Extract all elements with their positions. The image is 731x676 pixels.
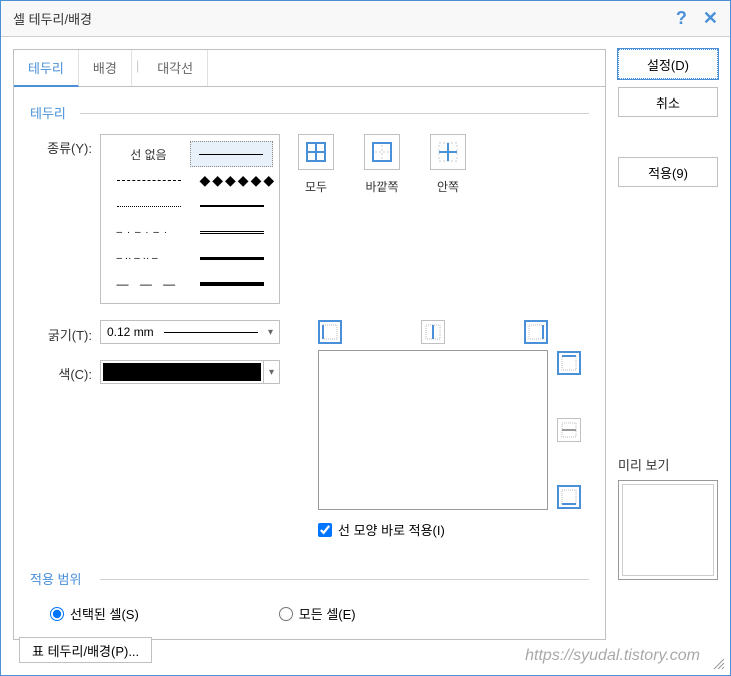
- cancel-button[interactable]: 취소: [618, 87, 718, 117]
- border-preview-box: [318, 350, 548, 510]
- close-icon[interactable]: ✕: [703, 8, 718, 29]
- border-outer-label: 바깥쪽: [364, 178, 400, 195]
- line-style-thick1[interactable]: [190, 193, 273, 219]
- apply-line-shape-label: 선 모양 바로 적용(I): [338, 520, 445, 539]
- edge-top-right-button[interactable]: [524, 320, 548, 344]
- border-inner-label: 안쪽: [430, 178, 466, 195]
- tab-background[interactable]: 배경: [79, 50, 132, 86]
- watermark: https://syudal.tistory.com: [525, 647, 700, 665]
- help-icon[interactable]: ?: [676, 8, 687, 29]
- tabs: 테두리 배경 | 대각선: [14, 50, 605, 87]
- apply-button[interactable]: 적용(9): [618, 157, 718, 187]
- thickness-value: 0.12 mm: [107, 325, 154, 339]
- action-panel: 설정(D) 취소 적용(9) 미리 보기: [618, 49, 718, 640]
- line-style-solid[interactable]: [190, 141, 273, 167]
- edge-right-bottom-button[interactable]: [557, 485, 581, 509]
- edge-right-mid-button[interactable]: [557, 418, 581, 442]
- edge-top-left-button[interactable]: [318, 320, 342, 344]
- preview-label: 미리 보기: [618, 455, 718, 474]
- main-panel: 테두리 배경 | 대각선 테두리 종류(Y): 선 없음 ◆◆◆: [13, 49, 606, 640]
- radio-selected-cells[interactable]: 선택된 셀(S): [50, 604, 139, 623]
- line-style-dotted-heavy[interactable]: ◆◆◆◆◆◆: [190, 167, 273, 193]
- tab-diagonal[interactable]: 대각선: [143, 50, 208, 86]
- tab-border[interactable]: 테두리: [14, 50, 79, 87]
- line-style-double[interactable]: [190, 219, 273, 245]
- line-style-grid: 선 없음 ◆◆◆◆◆◆ – · – · – ·: [100, 134, 280, 304]
- border-all-label: 모두: [298, 178, 334, 195]
- border-outer-button[interactable]: [364, 134, 400, 170]
- line-style-dashdotdot[interactable]: – ·· – ·· –: [107, 245, 190, 271]
- border-inner-button[interactable]: [430, 134, 466, 170]
- apply-line-shape-checkbox[interactable]: [318, 523, 332, 537]
- line-style-dash-long[interactable]: [107, 167, 190, 193]
- thickness-label: 굵기(T):: [30, 321, 100, 344]
- scope-title: 적용 범위: [30, 569, 589, 588]
- titlebar: 셀 테두리/배경 ? ✕: [1, 1, 730, 37]
- line-style-dashdot[interactable]: – · – · – ·: [107, 219, 190, 245]
- resize-grip-icon[interactable]: [712, 657, 726, 671]
- set-button[interactable]: 설정(D): [618, 49, 718, 79]
- chevron-down-icon: ▾: [268, 327, 273, 338]
- border-all-button[interactable]: [298, 134, 334, 170]
- line-style-dotted[interactable]: [107, 193, 190, 219]
- line-style-longdash[interactable]: — — —: [107, 271, 190, 297]
- chevron-down-icon: ▾: [263, 361, 279, 383]
- window-title: 셀 테두리/배경: [13, 9, 676, 28]
- table-border-bg-button[interactable]: 표 테두리/배경(P)...: [19, 637, 152, 663]
- section-border-title: 테두리: [30, 103, 589, 122]
- color-select[interactable]: ▾: [100, 360, 280, 384]
- preview-mini: [618, 480, 718, 580]
- edge-right-top-button[interactable]: [557, 351, 581, 375]
- color-label: 색(C):: [30, 360, 100, 383]
- line-style-thick2[interactable]: [190, 245, 273, 271]
- line-style-none[interactable]: 선 없음: [107, 141, 190, 167]
- edge-top-mid-button[interactable]: [421, 320, 445, 344]
- color-swatch: [103, 363, 261, 381]
- type-label: 종류(Y):: [30, 134, 100, 157]
- thickness-select[interactable]: 0.12 mm ▾: [100, 320, 280, 344]
- radio-all-cells[interactable]: 모든 셀(E): [279, 604, 356, 623]
- line-style-thick3[interactable]: [190, 271, 273, 297]
